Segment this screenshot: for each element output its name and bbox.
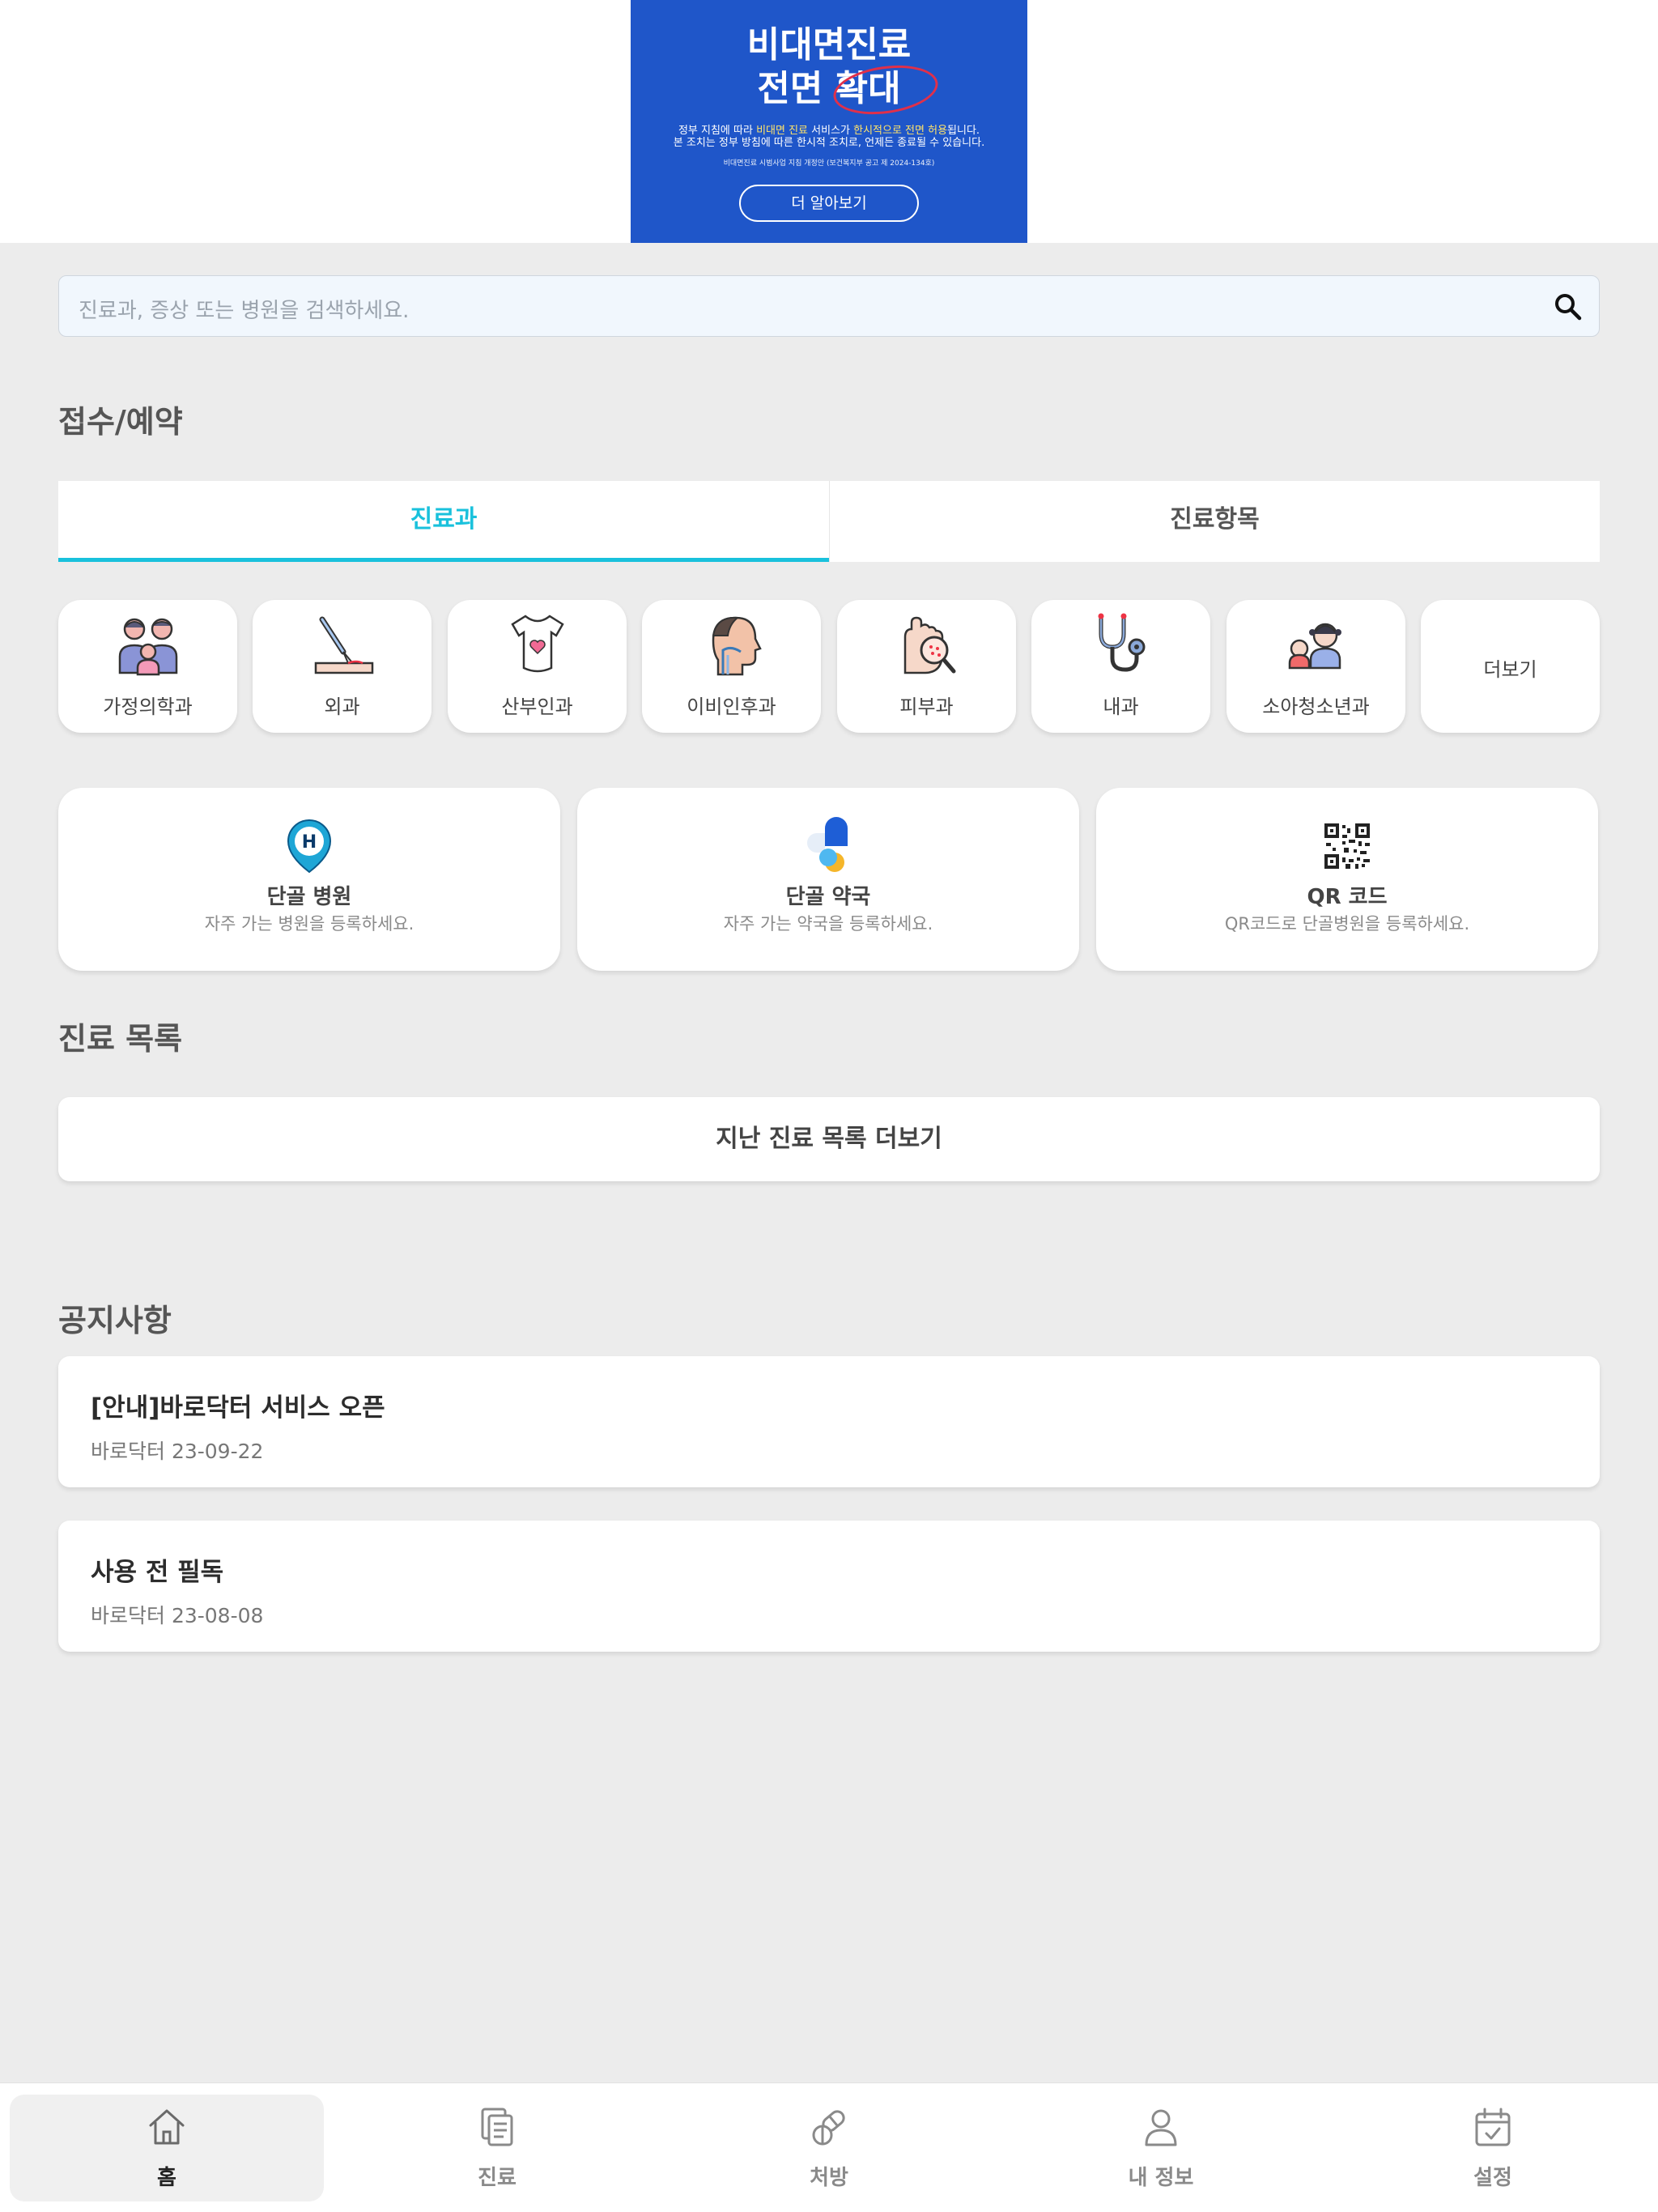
dept-surgery[interactable]: 외과 <box>253 600 432 733</box>
notice-meta: 바로닥터 23-08-08 <box>91 1604 264 1627</box>
nav-label: 설정 <box>1473 2166 1512 2190</box>
tab-department[interactable]: 진료과 <box>58 481 829 562</box>
dept-pediatrics[interactable]: 소아청소년과 <box>1226 600 1405 733</box>
maternity-dress-icon <box>511 615 564 673</box>
nav-label: 처방 <box>810 2166 848 2190</box>
nav-label: 진료 <box>478 2166 517 2190</box>
favorite-hospital-card[interactable]: H 단골 병원 자주 가는 병원을 등록하세요. <box>58 788 560 971</box>
qr-code-icon <box>1324 823 1370 869</box>
quick-card-subtitle: QR코드로 단골병원을 등록하세요. <box>1224 914 1470 934</box>
banner-desc-line2: 본 조치는 정부 방침에 따른 한시적 조치로, 언제든 종료될 수 있습니다. <box>673 137 985 149</box>
nav-settings[interactable]: 설정 <box>1336 2095 1650 2201</box>
dept-label: 산부인과 <box>501 696 573 718</box>
dept-label: 소아청소년과 <box>1262 696 1370 718</box>
nav-consultation[interactable]: 진료 <box>340 2095 654 2201</box>
nav-label: 홈 <box>157 2166 176 2190</box>
dept-obgyn[interactable]: 산부인과 <box>448 600 627 733</box>
dept-dermatology[interactable]: 피부과 <box>837 600 1016 733</box>
top-area: 비대면진료 전면 확대 정부 지침에 따라 비대면 진료 서비스가 한시적으로 … <box>0 0 1658 243</box>
qr-code-card[interactable]: QR 코드 QR코드로 단골병원을 등록하세요. <box>1096 788 1598 971</box>
pill-icon <box>807 817 848 872</box>
notices-section-title: 공지사항 <box>58 1303 172 1338</box>
notice-title: 사용 전 필독 <box>91 1558 224 1587</box>
banner-learn-more-button[interactable]: 더 알아보기 <box>739 185 919 222</box>
scalpel-icon <box>314 616 374 674</box>
dept-label: 외과 <box>324 696 360 718</box>
banner-title-line1: 비대면진료 <box>746 24 912 66</box>
quick-card-title: 단골 병원 <box>266 885 352 909</box>
family-icon <box>118 618 178 676</box>
nav-my-info[interactable]: 내 정보 <box>1004 2095 1318 2201</box>
banner-desc-line1: 정부 지침에 따라 비대면 진료 서비스가 한시적으로 전면 허용됩니다. <box>678 125 980 137</box>
search-input[interactable]: 진료과, 증상 또는 병원을 검색하세요. <box>79 294 409 324</box>
dept-label: 내과 <box>1103 696 1139 718</box>
nav-home[interactable]: 홈 <box>10 2095 324 2201</box>
pill-icon <box>812 2110 845 2146</box>
calendar-check-icon <box>1475 2108 1511 2146</box>
person-icon <box>1145 2109 1177 2146</box>
notice-item[interactable]: [안내]바로닥터 서비스 오픈 바로닥터 23-09-22 <box>58 1356 1600 1487</box>
dept-label: 피부과 <box>899 696 954 718</box>
reception-section-title: 접수/예약 <box>58 404 183 440</box>
dept-internal-medicine[interactable]: 내과 <box>1031 600 1210 733</box>
ent-head-icon <box>712 616 762 676</box>
nav-label: 내 정보 <box>1128 2166 1194 2190</box>
banner-note: 비대면진료 시범사업 지침 개정안 (보건복지부 공고 제 2024-134호) <box>723 160 935 168</box>
banner-title-line2: 전면 확대 <box>757 68 901 109</box>
quick-card-title: 단골 약국 <box>785 885 871 909</box>
tab-treatment-item[interactable]: 진료항목 <box>829 481 1600 562</box>
past-history-more-button[interactable]: 지난 진료 목록 더보기 <box>58 1097 1600 1181</box>
home-icon <box>149 2109 185 2145</box>
dept-label: 가정의학과 <box>103 696 193 718</box>
dept-family-medicine[interactable]: 가정의학과 <box>58 600 237 733</box>
stethoscope-icon <box>1098 613 1146 672</box>
dept-label: 이비인후과 <box>687 696 776 718</box>
favorite-pharmacy-card[interactable]: 단골 약국 자주 가는 약국을 등록하세요. <box>577 788 1079 971</box>
search-bar[interactable]: 진료과, 증상 또는 병원을 검색하세요. <box>58 275 1600 337</box>
search-icon[interactable] <box>1552 291 1584 323</box>
nav-prescription[interactable]: 처방 <box>672 2095 986 2201</box>
reception-tabs: 진료과 진료항목 <box>58 481 1600 562</box>
children-icon <box>1288 623 1341 670</box>
dept-more-button[interactable]: 더보기 <box>1421 600 1600 733</box>
hospital-pin-icon: H <box>287 819 332 874</box>
history-section-title: 진료 목록 <box>58 1021 183 1057</box>
notice-item[interactable]: 사용 전 필독 바로닥터 23-08-08 <box>58 1521 1600 1652</box>
promo-banner[interactable]: 비대면진료 전면 확대 정부 지침에 따라 비대면 진료 서비스가 한시적으로 … <box>631 0 1027 243</box>
quick-card-subtitle: 자주 가는 약국을 등록하세요. <box>723 914 933 934</box>
bottom-navigation: 홈 진료 처방 내 정보 설정 <box>0 2082 1658 2212</box>
dept-ent[interactable]: 이비인후과 <box>642 600 821 733</box>
svg-text:H: H <box>302 832 317 853</box>
document-icon <box>481 2108 513 2146</box>
quick-card-title: QR 코드 <box>1307 885 1388 909</box>
dept-more-label: 더보기 <box>1483 658 1537 681</box>
skin-magnifier-icon <box>903 616 956 674</box>
notice-title: [안내]바로닥터 서비스 오픈 <box>91 1393 385 1423</box>
quick-card-subtitle: 자주 가는 병원을 등록하세요. <box>204 914 414 934</box>
notice-meta: 바로닥터 23-09-22 <box>91 1440 264 1463</box>
